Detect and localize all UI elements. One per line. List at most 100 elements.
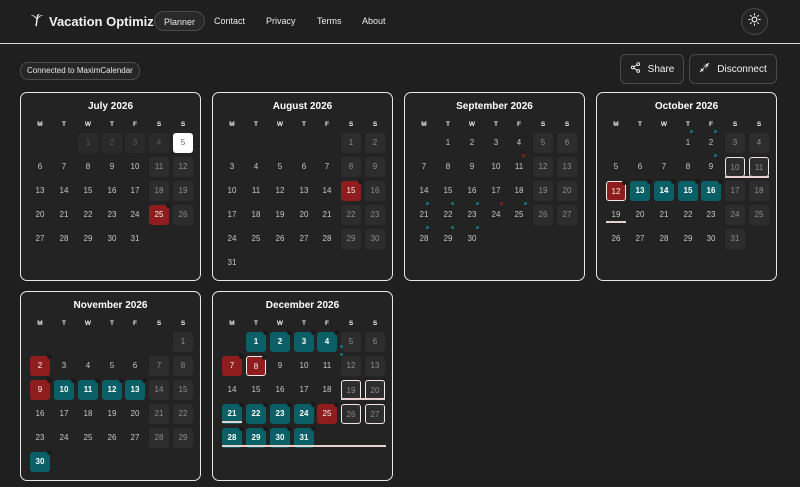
day-cell[interactable]: 26 [341,404,361,424]
day-cell[interactable]: 14 [222,380,242,400]
day-cell[interactable]: 9 [30,378,52,400]
nav-contact[interactable]: Contact [205,11,254,31]
day-cell[interactable]: 27 [125,428,145,448]
day-cell[interactable]: 8 [173,356,193,376]
day-cell[interactable]: 20 [557,181,577,201]
day-cell[interactable]: 7 [222,354,244,376]
day-cell[interactable]: 5 [533,133,553,153]
day-cell[interactable]: 4 [749,133,769,153]
day-cell[interactable]: 29 [78,229,98,249]
day-cell[interactable]: 26 [606,229,626,249]
day-cell[interactable]: 1 [341,133,361,153]
day-cell[interactable]: 7 [317,157,337,177]
day-cell[interactable]: 17 [125,181,145,201]
day-cell[interactable]: 16 [102,181,122,201]
day-cell[interactable]: 21 [149,404,169,424]
day-cell[interactable]: 10 [725,157,745,177]
day-cell[interactable]: 8 [341,157,361,177]
day-cell[interactable]: 11 [246,181,266,201]
day-cell[interactable]: 17 [222,205,242,225]
day-cell[interactable]: 3 [125,133,145,153]
day-cell[interactable]: 18 [149,181,169,201]
day-cell[interactable]: 24 [125,205,145,225]
day-cell[interactable]: 29 [438,229,458,249]
day-cell[interactable]: 28 [414,229,434,249]
day-cell[interactable]: 26 [102,428,122,448]
day-cell[interactable]: 12 [341,356,361,376]
day-cell[interactable]: 17 [486,181,506,201]
day-cell[interactable]: 31 [725,229,745,249]
day-cell[interactable]: 6 [125,356,145,376]
day-cell[interactable]: 22 [173,404,193,424]
day-cell[interactable]: 18 [246,205,266,225]
nav-terms[interactable]: Terms [308,11,351,31]
day-cell[interactable]: 28 [54,229,74,249]
day-cell[interactable]: 25 [246,229,266,249]
day-cell[interactable]: 29 [678,229,698,249]
day-cell[interactable]: 13 [294,181,314,201]
day-cell[interactable]: 22 [341,205,361,225]
day-cell[interactable]: 9 [462,157,482,177]
day-cell[interactable]: 21 [317,205,337,225]
day-cell[interactable]: 3 [725,133,745,153]
day-cell[interactable]: 28 [317,229,337,249]
day-cell[interactable]: 2 [30,354,52,376]
day-cell[interactable]: 9 [270,356,290,376]
nav-about[interactable]: About [353,11,395,31]
day-cell[interactable]: 29 [341,229,361,249]
day-cell[interactable]: 13 [557,157,577,177]
day-cell[interactable]: 9 [365,157,385,177]
day-cell[interactable]: 15 [678,179,700,201]
day-cell[interactable]: 4 [509,133,529,153]
day-cell[interactable]: 3 [54,356,74,376]
nav-planner[interactable]: Planner [154,11,206,31]
theme-toggle-button[interactable] [741,8,768,35]
day-cell[interactable]: 3 [294,330,316,352]
day-cell[interactable]: 4 [78,356,98,376]
day-cell[interactable]: 30 [701,229,721,249]
day-cell[interactable]: 23 [462,205,482,225]
day-cell[interactable]: 12 [270,181,290,201]
share-button[interactable]: Share [620,54,684,84]
day-cell[interactable]: 24 [486,205,506,225]
day-cell[interactable]: 30 [462,229,482,249]
day-cell[interactable]: 23 [102,205,122,225]
day-cell[interactable]: 19 [102,404,122,424]
day-cell[interactable]: 4 [246,157,266,177]
day-cell[interactable]: 12 [173,157,193,177]
day-cell[interactable]: 5 [341,332,361,352]
day-cell[interactable]: 11 [149,157,169,177]
day-cell[interactable]: 24 [294,402,316,424]
day-cell[interactable]: 15 [438,181,458,201]
day-cell[interactable]: 9 [701,157,721,177]
day-cell[interactable]: 8 [246,355,267,376]
day-cell[interactable]: 14 [414,181,434,201]
day-cell[interactable]: 20 [365,380,385,400]
day-cell[interactable]: 26 [270,229,290,249]
day-cell[interactable]: 6 [630,157,650,177]
day-cell[interactable]: 14 [149,380,169,400]
day-cell[interactable]: 20 [30,205,50,225]
day-cell[interactable]: 13 [365,356,385,376]
day-cell[interactable]: 5 [606,157,626,177]
day-cell[interactable]: 10 [486,157,506,177]
day-cell[interactable]: 8 [678,157,698,177]
nav-privacy[interactable]: Privacy [257,11,305,31]
day-cell[interactable]: 18 [509,181,529,201]
day-cell[interactable]: 22 [78,205,98,225]
day-cell[interactable]: 1 [173,332,193,352]
day-cell[interactable]: 5 [102,356,122,376]
day-cell[interactable]: 12 [102,378,124,400]
day-cell[interactable]: 18 [749,181,769,201]
day-cell[interactable]: 1 [78,133,98,153]
day-cell[interactable]: 27 [365,404,385,424]
day-cell[interactable]: 2 [270,330,292,352]
day-cell[interactable]: 8 [438,157,458,177]
day-cell[interactable]: 2 [701,133,721,153]
day-cell[interactable]: 1 [438,133,458,153]
day-cell[interactable]: 21 [54,205,74,225]
day-cell[interactable]: 6 [557,133,577,153]
day-cell[interactable]: 17 [54,404,74,424]
day-cell[interactable]: 24 [54,428,74,448]
day-cell[interactable]: 25 [749,205,769,225]
